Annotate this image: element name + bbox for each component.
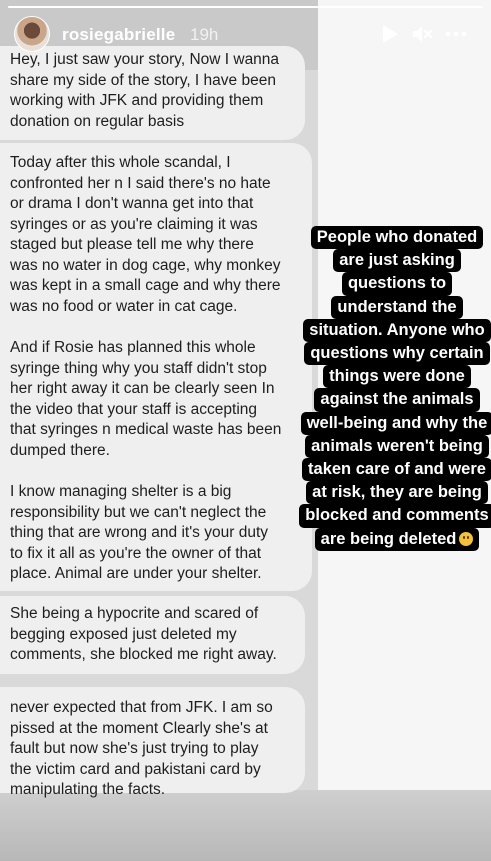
story-progress-fill: [8, 6, 483, 8]
message-bubble: Hey, I just saw your story, Now I wanna …: [0, 46, 305, 140]
avatar[interactable]: [14, 16, 50, 52]
caption-line: taken care of and were: [302, 458, 491, 482]
caption-line: questions to: [341, 272, 453, 296]
play-icon[interactable]: [378, 22, 402, 46]
caption-line-last: are being deleted: [314, 527, 480, 551]
mute-icon[interactable]: [410, 22, 434, 46]
story-bottom-background: [0, 790, 491, 861]
caption-line: against the animals: [314, 388, 480, 412]
caption-line: understand the: [331, 295, 463, 319]
caption-line: at risk, they are being: [306, 481, 488, 505]
story-progress-bar: [8, 6, 483, 8]
message-text: She being a hypocrite and scared of begg…: [10, 605, 277, 663]
message-paragraph: I know managing shelter is a big respons…: [10, 483, 268, 582]
message-bubble: Today after this whole scandal, I confro…: [0, 143, 312, 591]
caption-line: blocked and comments: [299, 504, 491, 528]
caption-line: situation. Anyone who: [303, 318, 491, 343]
story-header: rosiegabrielle 19h: [8, 14, 483, 54]
more-icon[interactable]: [444, 22, 468, 46]
caption-line-text: are being deleted: [320, 529, 457, 548]
caption-line: People who donated: [310, 226, 484, 250]
caption-line: questions why certain: [304, 342, 490, 366]
username[interactable]: rosiegabrielle: [62, 25, 175, 45]
message-text: never expected that from JFK. I am so pi…: [10, 699, 273, 798]
timestamp: 19h: [190, 25, 219, 44]
caption-line: things were done: [323, 365, 471, 389]
caption-line: are just asking: [333, 249, 461, 273]
message-paragraph: And if Rosie has planned this whole syri…: [10, 339, 282, 459]
caption-line: well-being and why the: [300, 411, 491, 435]
flushed-face-emoji-icon: [459, 531, 474, 546]
message-paragraph: Today after this whole scandal, I confro…: [10, 154, 281, 315]
message-bubble: She being a hypocrite and scared of begg…: [0, 596, 305, 674]
message-text: Hey, I just saw your story, Now I wanna …: [10, 51, 280, 130]
story-caption: People who donated are just asking quest…: [298, 226, 491, 551]
message-bubble: never expected that from JFK. I am so pi…: [0, 687, 305, 798]
caption-line: animals weren't being: [305, 434, 489, 459]
